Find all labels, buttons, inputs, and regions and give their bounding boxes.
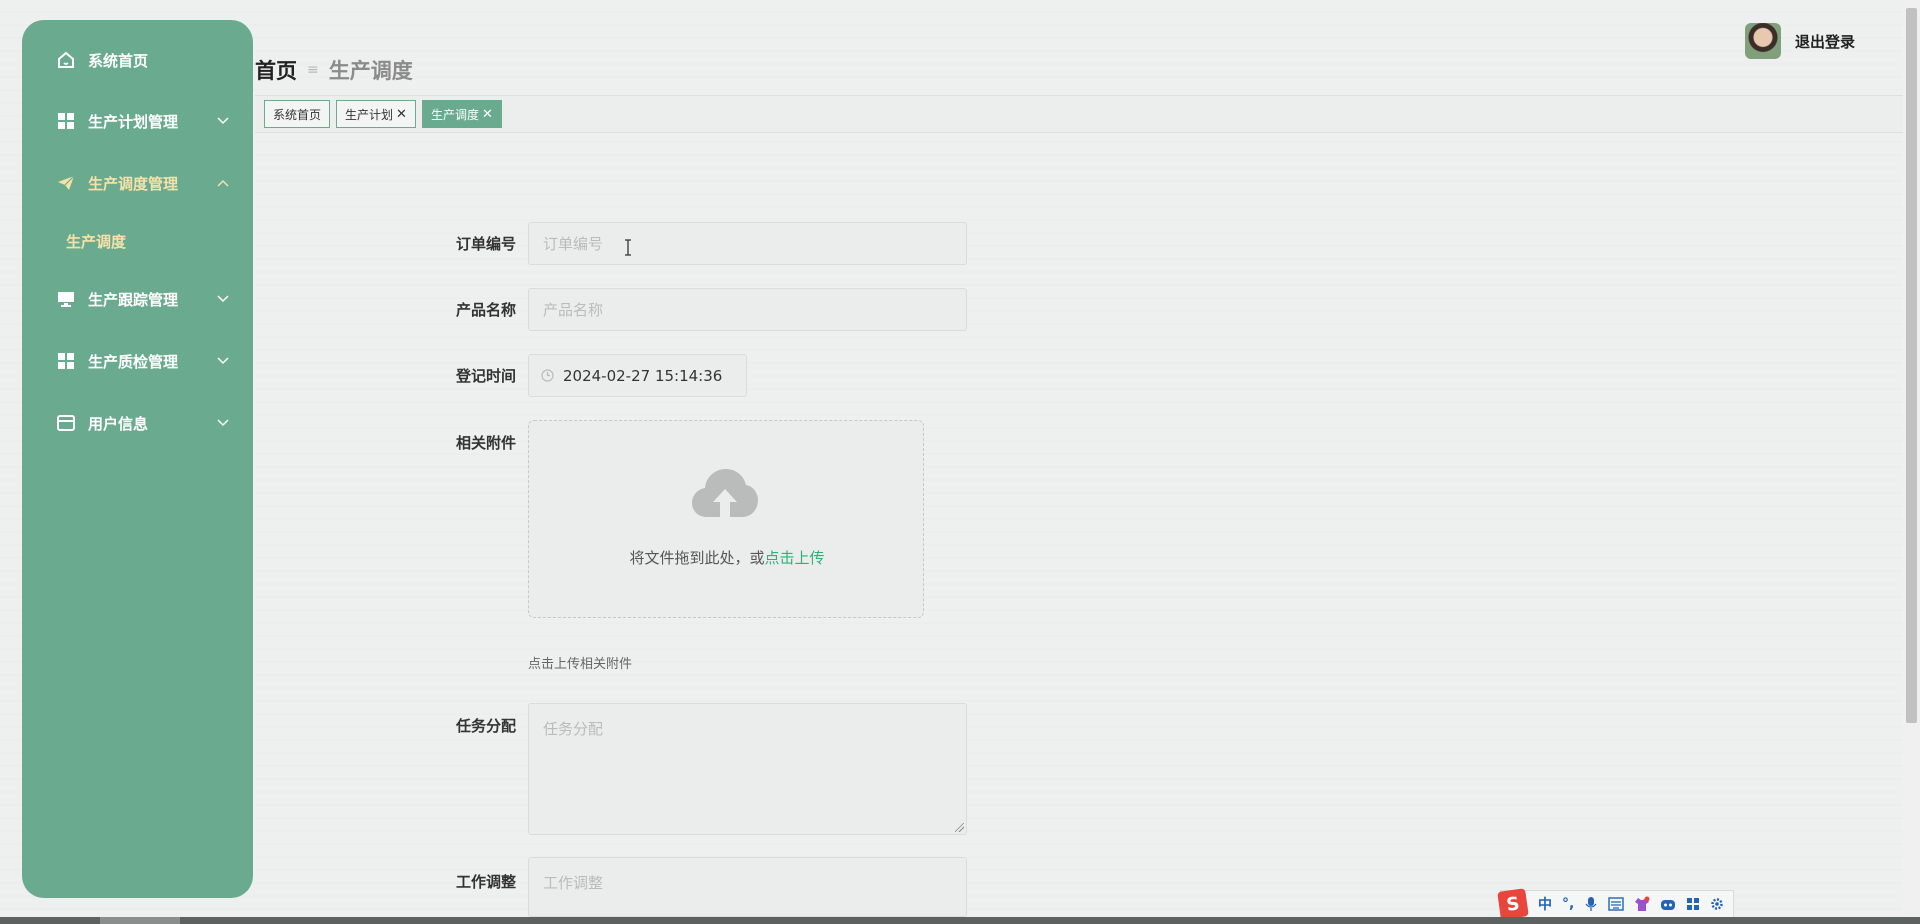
product-name-label: 产品名称 [455, 301, 516, 319]
microphone-icon[interactable] [1584, 896, 1598, 912]
chevron-down-icon [217, 417, 229, 429]
upload-dropzone[interactable]: 将文件拖到此处，或点击上传 [528, 420, 924, 618]
chevron-down-icon [217, 355, 229, 367]
task-assign-placeholder: 任务分配 [543, 720, 604, 738]
paper-plane-icon [56, 173, 76, 193]
page-scrollbar[interactable] [1903, 0, 1920, 924]
tabs-bar: 系统首页 生产计划 ✕ 生产调度 ✕ [255, 95, 1905, 133]
avatar[interactable] [1745, 23, 1781, 59]
click-upload-link[interactable]: 点击上传 [765, 549, 825, 567]
order-no-placeholder: 订单编号 [543, 235, 604, 253]
home-icon [56, 50, 76, 70]
card-icon [56, 413, 76, 433]
product-name-placeholder: 产品名称 [543, 301, 604, 319]
bottom-strip-highlight [100, 917, 180, 924]
grid-icon [56, 351, 76, 371]
attachment-hint: 点击上传相关附件 [528, 657, 633, 672]
monitor-icon [56, 289, 76, 309]
breadcrumb-current: 生产调度 [328, 59, 413, 83]
work-adjust-label: 工作调整 [455, 873, 516, 891]
sidebar-item-production-tracking[interactable]: 生产跟踪管理 [22, 268, 253, 330]
order-no-label: 订单编号 [455, 235, 516, 253]
resize-handle-icon[interactable] [955, 823, 964, 832]
upload-instruction: 将文件拖到此处，或 [629, 549, 765, 567]
close-icon[interactable]: ✕ [482, 107, 493, 122]
apps-grid-icon[interactable] [1686, 897, 1700, 911]
settings-gear-icon[interactable] [1710, 897, 1724, 911]
sidebar-item-quality-inspection[interactable]: 生产质检管理 [22, 330, 253, 392]
scrollbar-thumb[interactable] [1906, 8, 1917, 723]
attachment-label: 相关附件 [455, 434, 516, 452]
sidebar-item-label: 生产计划管理 [88, 112, 179, 131]
sidebar-item-home[interactable]: 系统首页 [22, 30, 253, 90]
product-name-input[interactable]: 产品名称 [528, 288, 967, 331]
ime-punctuation-toggle[interactable]: °, [1562, 896, 1574, 912]
clock-icon [541, 369, 554, 382]
upload-text: 将文件拖到此处，或点击上传 [529, 547, 925, 568]
sidebar: 系统首页 生产计划管理 生产调度管理 生产调度 生产跟踪管理 生产质检管理 用户… [22, 20, 253, 898]
chevron-down-icon [217, 115, 229, 127]
sidebar-item-label: 用户信息 [88, 414, 149, 433]
tab-home[interactable]: 系统首页 [264, 100, 331, 128]
breadcrumb-home[interactable]: 首页 [255, 55, 297, 85]
sogou-logo-icon[interactable]: S [1497, 888, 1529, 920]
sidebar-item-label: 生产调度管理 [88, 174, 179, 193]
sidebar-item-user-info[interactable]: 用户信息 [22, 392, 253, 454]
tab-label: 生产计划 [345, 107, 394, 122]
breadcrumb: 首页 ≡ 生产调度 [255, 55, 413, 85]
cloud-upload-icon [692, 469, 758, 519]
sidebar-item-label: 系统首页 [88, 51, 149, 70]
register-time-value: 2024-02-27 15:14:36 [563, 366, 723, 385]
ime-mode-toggle[interactable]: 中 [1538, 894, 1552, 914]
logout-button[interactable]: 退出登录 [1795, 31, 1855, 52]
tab-label: 系统首页 [273, 107, 322, 122]
task-assign-label: 任务分配 [455, 717, 516, 735]
bottom-strip [0, 917, 1920, 924]
sidebar-item-production-plan[interactable]: 生产计划管理 [22, 90, 253, 152]
skin-shirt-icon[interactable] [1634, 896, 1650, 912]
sidebar-subitem-production-schedule[interactable]: 生产调度 [22, 214, 253, 268]
work-adjust-textarea[interactable]: 工作调整 [528, 857, 967, 917]
sidebar-item-label: 生产质检管理 [88, 352, 179, 371]
sidebar-item-production-schedule[interactable]: 生产调度管理 [22, 152, 253, 214]
chevron-up-icon [217, 177, 229, 189]
chevron-down-icon [217, 293, 229, 305]
breadcrumb-separator-icon: ≡ [307, 62, 319, 78]
keyboard-icon[interactable] [1608, 897, 1625, 911]
ime-toolbar: S 中 °, [1497, 888, 1735, 920]
task-assign-textarea[interactable]: 任务分配 [528, 703, 967, 835]
close-icon[interactable]: ✕ [396, 107, 407, 122]
grid-icon [56, 111, 76, 131]
sidebar-item-label: 生产跟踪管理 [88, 290, 179, 309]
tab-production-schedule[interactable]: 生产调度 ✕ [421, 100, 502, 128]
tab-production-plan[interactable]: 生产计划 ✕ [336, 100, 416, 128]
user-area: 退出登录 [1745, 23, 1855, 59]
tab-label: 生产调度 [430, 107, 479, 122]
work-adjust-placeholder: 工作调整 [543, 874, 604, 892]
order-no-input[interactable]: 订单编号 [528, 222, 967, 265]
register-time-picker[interactable]: 2024-02-27 15:14:36 [528, 354, 747, 397]
robot-icon[interactable] [1660, 897, 1676, 911]
register-time-label: 登记时间 [455, 367, 516, 385]
text-cursor-icon [625, 239, 631, 256]
